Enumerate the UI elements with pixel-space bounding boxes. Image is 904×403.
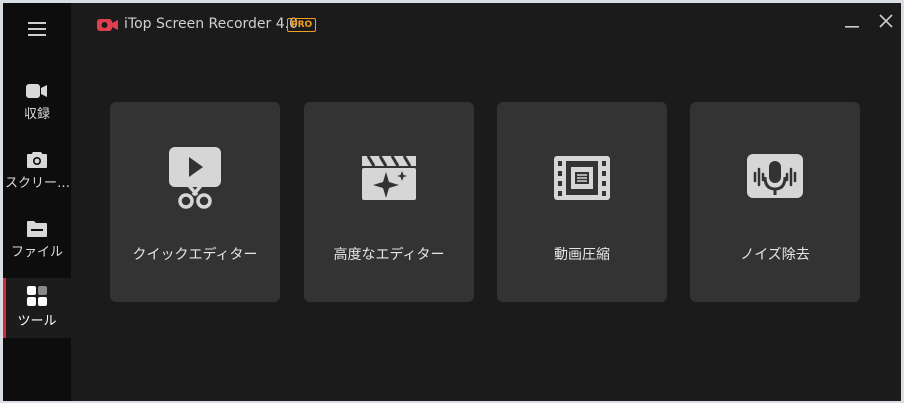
minimize-button[interactable] xyxy=(841,11,863,33)
app-logo-icon xyxy=(97,17,119,36)
tool-card-noise-removal[interactable]: ノイズ除去 xyxy=(690,102,860,302)
app-title: iTop Screen Recorder 4.0 xyxy=(124,16,299,32)
tool-card-advanced-editor[interactable]: 高度なエディター xyxy=(304,102,474,302)
sidebar-item-record[interactable]: 収録 xyxy=(3,73,71,133)
app-window: 収録 スクリー… ファイル ツール iTop Screen Recorder 4… xyxy=(3,3,901,401)
sidebar-item-screenshot[interactable]: スクリー… xyxy=(3,141,71,201)
tool-label: クイックエディター xyxy=(132,247,258,263)
folder-icon xyxy=(27,220,47,241)
sidebar-item-tools[interactable]: ツール xyxy=(3,278,71,338)
clapperboard-sparkle-icon xyxy=(357,146,421,210)
title-bar: iTop Screen Recorder 4.0 PRO xyxy=(71,3,901,43)
video-scissors-icon xyxy=(163,146,227,210)
pro-badge: PRO xyxy=(287,18,317,32)
close-button[interactable] xyxy=(875,11,897,33)
tool-card-video-compress[interactable]: 動画圧縮 xyxy=(497,102,667,302)
sidebar-item-label: ツール xyxy=(17,314,57,329)
mic-waveform-icon xyxy=(743,146,807,210)
minimize-icon xyxy=(845,13,859,32)
sidebar-item-files[interactable]: ファイル xyxy=(3,210,71,270)
film-compress-icon xyxy=(550,146,614,210)
tool-label: ノイズ除去 xyxy=(740,247,810,263)
close-icon xyxy=(879,13,893,32)
sidebar-item-label: 収録 xyxy=(23,107,50,122)
camera-icon xyxy=(26,83,48,103)
sidebar-item-label: スクリー… xyxy=(5,175,69,191)
screenshot-icon xyxy=(27,151,47,172)
tool-label: 動画圧縮 xyxy=(554,247,610,263)
tools-grid-icon xyxy=(27,286,47,310)
hamburger-icon[interactable] xyxy=(25,17,49,41)
tool-label: 高度なエディター xyxy=(333,247,445,263)
sidebar: 収録 スクリー… ファイル ツール xyxy=(3,3,71,401)
tool-card-quick-editor[interactable]: クイックエディター xyxy=(110,102,280,302)
sidebar-item-label: ファイル xyxy=(10,244,63,260)
